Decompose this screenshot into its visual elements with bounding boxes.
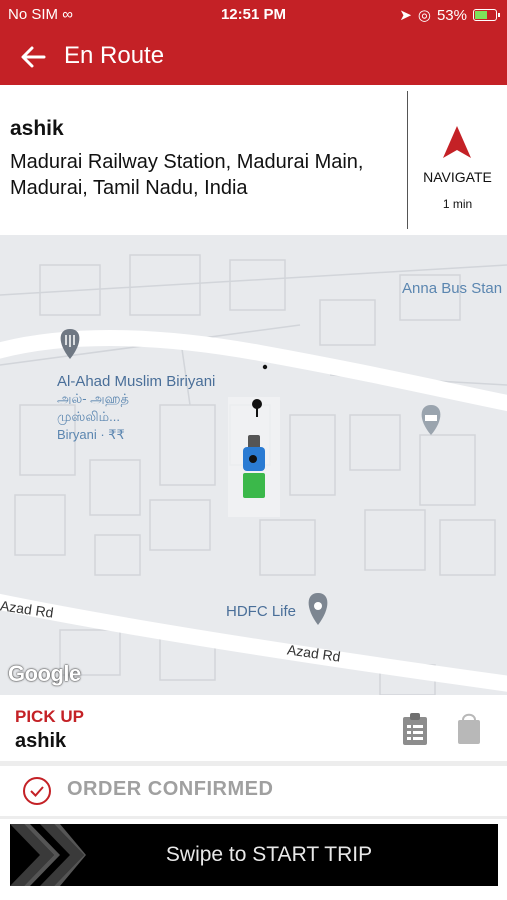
map-roads [0,254,507,695]
alarm-icon: ◎ [417,7,431,24]
map-view[interactable]: Anna Bus Stan Al-Ahad Muslim Biriyani அல… [0,235,507,695]
order-status: ORDER CONFIRMED [0,766,507,816]
order-details-button[interactable] [400,712,430,746]
bag-button[interactable] [455,710,483,746]
order-status-text: ORDER CONFIRMED [67,778,274,800]
swipe-label: Swipe to START TRIP [165,843,373,866]
shopping-bag-icon [458,713,480,744]
pickup-section: PICK UP ashik [0,695,507,761]
destination-card: ashik Madurai Railway Station, Madurai M… [0,85,507,235]
navigate-button[interactable]: NAVIGATE 1 min [408,85,507,235]
check-circle-icon [23,777,51,805]
status-right: ➤ ◎ 53% [399,6,500,24]
google-logo: Google [8,661,81,686]
battery-fill [475,11,487,19]
battery-percent: 53% [436,6,467,24]
status-bar: No SIM ∞ 12:51 PM ➤ ◎ 53% [0,0,507,28]
map-label-restaurant-sub: Biryani · ₹₹ [57,427,125,442]
navigation-arrow-icon [443,126,471,158]
destination-name: ashik [10,117,64,140]
app-screen: No SIM ∞ 12:51 PM ➤ ◎ 53% En Route ashik… [0,0,507,900]
pickup-heading: PICK UP [15,707,84,726]
navigate-eta: 1 min [442,197,473,211]
map-label-restaurant-tamil-1: அல்- அஹத் [57,391,130,406]
location-icon: ➤ [399,7,412,24]
back-button[interactable] [18,42,48,72]
map-label-restaurant: Al-Ahad Muslim Biriyani [57,373,216,390]
map-label-bus-stand: Anna Bus Stan [402,280,503,297]
navigate-label: NAVIGATE [423,169,492,185]
section-divider [0,816,507,819]
swipe-start-trip[interactable]: Swipe to START TRIP [10,824,498,886]
map-label-hdfc: HDFC Life [226,603,297,620]
destination-address: Madurai Railway Station, Madurai Main, M… [10,151,364,199]
pickup-name: ashik [15,730,67,752]
app-header: En Route [0,28,507,85]
arrow-left-icon [21,46,46,68]
page-title: En Route [64,42,165,69]
map-label-restaurant-tamil-2: முஸ்லிம்... [57,409,120,424]
battery-icon [473,9,500,21]
clipboard-icon [403,713,427,745]
